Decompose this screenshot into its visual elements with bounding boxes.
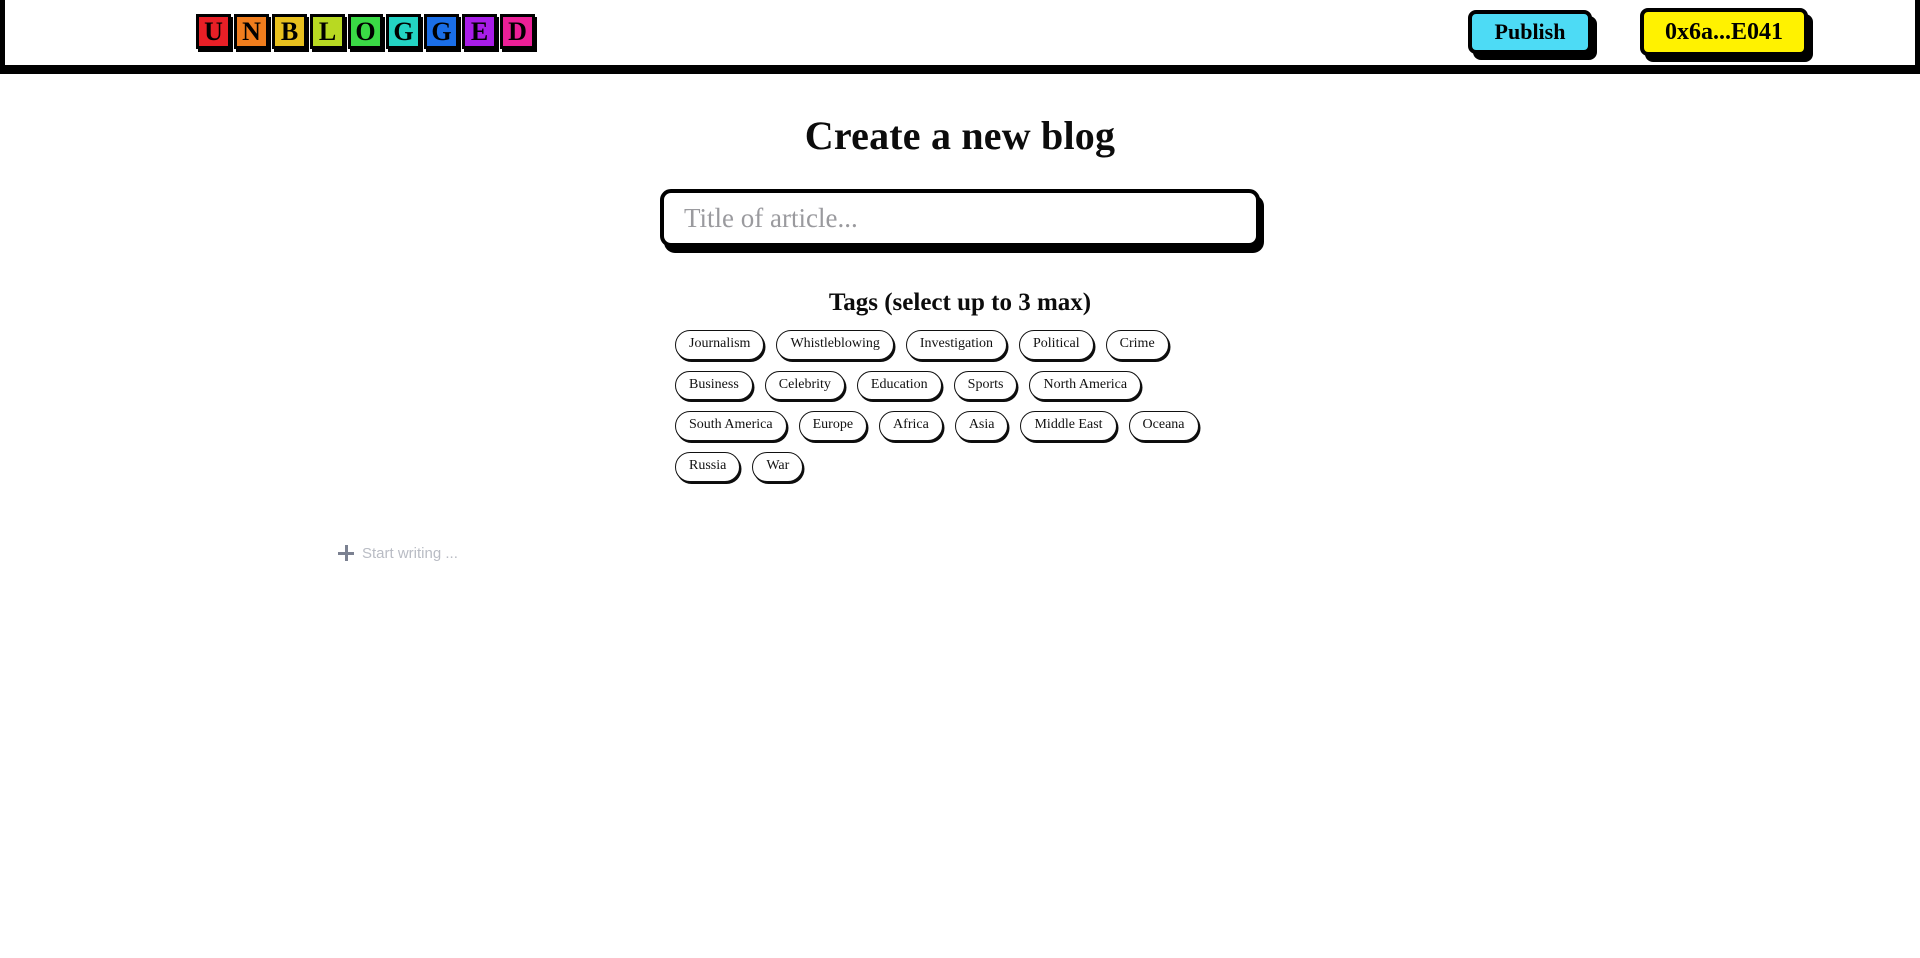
article-title-input[interactable] <box>660 189 1260 247</box>
tag-pill[interactable]: Sports <box>953 370 1018 401</box>
unblogged-logo[interactable]: U N B L O G G E D <box>196 14 535 49</box>
logo-tile-e: E <box>462 14 497 49</box>
tag-pill[interactable]: Political <box>1019 330 1094 360</box>
tag-pill[interactable]: Celebrity <box>764 370 845 401</box>
tag-pill[interactable]: Crime <box>1105 330 1169 360</box>
plus-icon <box>338 545 354 562</box>
tag-pill[interactable]: Investigation <box>905 330 1007 360</box>
logo-tile-g2: G <box>424 14 459 49</box>
wallet-address-button[interactable]: 0x6a...E041 <box>1640 7 1808 56</box>
tag-pill[interactable]: Asia <box>954 411 1009 442</box>
logo-tile-l: L <box>310 14 345 49</box>
title-input-container <box>0 189 1920 247</box>
tag-pill[interactable]: War <box>752 452 804 482</box>
editor-placeholder-label: Start writing ... <box>362 544 458 562</box>
tag-pill[interactable]: North America <box>1029 370 1142 401</box>
logo-tile-b: B <box>272 14 307 49</box>
publish-button[interactable]: Publish <box>1468 9 1592 54</box>
editor-start-writing[interactable]: Start writing ... <box>338 545 458 562</box>
tag-list: Journalism Whistleblowing Investigation Pol… <box>675 330 1245 482</box>
tag-pill[interactable]: South America <box>675 411 787 442</box>
tag-pill[interactable]: Africa <box>879 411 943 442</box>
tag-pill[interactable]: Business <box>675 370 753 401</box>
tag-pill[interactable]: Middle East <box>1020 411 1117 442</box>
tag-pill[interactable]: Whistleblowing <box>776 330 894 360</box>
tag-pill[interactable]: Education <box>856 370 942 401</box>
editor-area: Start writing ... <box>0 545 1920 562</box>
tag-pill[interactable]: Europe <box>798 411 868 442</box>
page-title: Create a new blog <box>804 113 1116 158</box>
main-content: Create a new blog Tags (select up to 3 m… <box>0 112 1920 562</box>
tag-pill[interactable]: Oceana <box>1128 411 1199 442</box>
logo-tile-o: O <box>348 14 383 49</box>
tag-pill[interactable]: Journalism <box>675 330 765 360</box>
tag-pill[interactable]: Russia <box>675 452 741 482</box>
logo-tile-d: D <box>500 14 535 49</box>
logo-tile-u: U <box>196 14 231 49</box>
logo-tile-n: N <box>234 14 269 49</box>
logo-tile-g1: G <box>386 14 421 49</box>
header-actions: Publish 0x6a...E041 <box>1468 7 1808 56</box>
app-header: U N B L O G G E D Publish 0x6a...E041 <box>0 0 1920 74</box>
tags-heading: Tags (select up to 3 max) <box>828 289 1092 316</box>
